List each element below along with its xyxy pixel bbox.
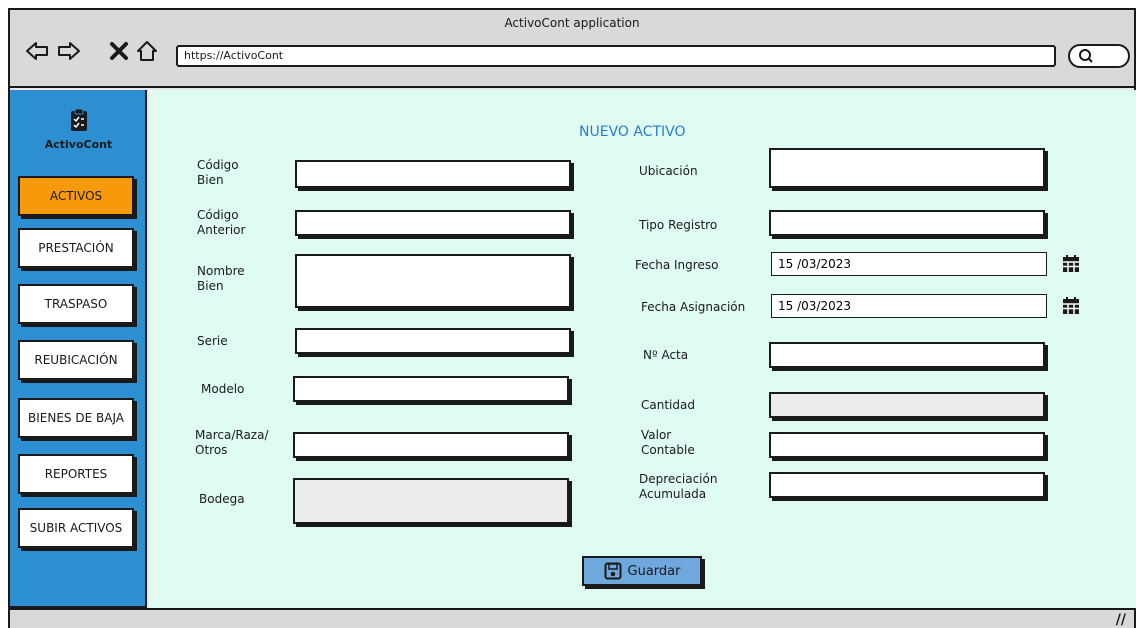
- label-bodega: Bodega: [199, 492, 245, 506]
- nav-bienes-de-baja[interactable]: BIENES DE BAJA: [18, 398, 134, 438]
- bodega-field: [293, 478, 569, 524]
- app-window: ActivoCont application https://ActivoCon…: [8, 8, 1136, 628]
- label-depreciacion: Depreciación Acumulada: [639, 472, 718, 501]
- serie-field[interactable]: [295, 328, 571, 354]
- forward-button[interactable]: [56, 38, 82, 64]
- fecha-asignacion-field[interactable]: [771, 294, 1047, 318]
- label-valor-contable: Valor Contable: [641, 428, 695, 457]
- fecha-asignacion-input[interactable]: [772, 295, 1046, 317]
- modelo-field[interactable]: [293, 376, 569, 402]
- status-bar: //: [10, 608, 1134, 628]
- codigo-bien-field[interactable]: [295, 160, 571, 188]
- calendar-icon[interactable]: [1061, 296, 1081, 316]
- search-icon: [1079, 49, 1093, 63]
- codigo-anterior-field[interactable]: [295, 210, 571, 236]
- address-bar[interactable]: https://ActivoCont: [176, 45, 1056, 67]
- nav-subir-activos[interactable]: SUBIR ACTIVOS: [18, 508, 134, 548]
- nav-prestacion[interactable]: PRESTACIÓN: [18, 228, 134, 268]
- tipo-registro-field[interactable]: [769, 210, 1045, 236]
- fecha-ingreso-field[interactable]: [771, 252, 1047, 276]
- nombre-bien-field[interactable]: [295, 254, 571, 308]
- label-codigo-bien: Código Bien: [197, 158, 239, 187]
- close-icon: [110, 42, 128, 60]
- ubicacion-field[interactable]: [769, 148, 1045, 188]
- brand-name: ActivoCont: [44, 138, 113, 151]
- nav-reubicacion[interactable]: REUBICACIÓN: [18, 340, 134, 380]
- cantidad-field: [769, 392, 1045, 418]
- label-fecha-asignacion: Fecha Asignación: [641, 300, 746, 314]
- label-fecha-ingreso: Fecha Ingreso: [635, 258, 719, 272]
- fecha-ingreso-input[interactable]: [772, 253, 1046, 275]
- home-icon: [137, 41, 157, 61]
- back-arrow-icon: [26, 42, 48, 60]
- page-title: NUEVO ACTIVO: [579, 124, 686, 140]
- home-button[interactable]: [134, 38, 160, 64]
- label-ubicacion: Ubicación: [639, 164, 698, 178]
- back-button[interactable]: [24, 38, 50, 64]
- label-marca: Marca/Raza/ Otros: [195, 428, 269, 457]
- label-codigo-anterior: Código Anterior: [197, 208, 246, 237]
- label-tipo-registro: Tipo Registro: [639, 218, 718, 232]
- save-button[interactable]: Guardar: [582, 556, 702, 586]
- depreciacion-field[interactable]: [769, 472, 1045, 498]
- browser-titlebar: ActivoCont application https://ActivoCon…: [10, 10, 1134, 88]
- save-icon: [604, 562, 622, 580]
- search-button[interactable]: [1068, 44, 1130, 68]
- nav-activos[interactable]: ACTIVOS: [18, 176, 134, 216]
- valor-contable-field[interactable]: [769, 432, 1045, 458]
- forward-arrow-icon: [58, 42, 80, 60]
- resize-grip-icon[interactable]: //: [1116, 612, 1126, 628]
- label-nombre-bien: Nombre Bien: [197, 264, 245, 293]
- label-modelo: Modelo: [201, 382, 245, 396]
- clipboard-icon: [70, 108, 87, 131]
- nav-traspaso[interactable]: TRASPASO: [18, 284, 134, 324]
- sidebar: ActivoCont ACTIVOS PRESTACIÓN TRASPASO R…: [10, 90, 147, 608]
- label-serie: Serie: [197, 334, 228, 348]
- main-content: NUEVO ACTIVO Código Bien Código Anterior…: [149, 90, 1136, 608]
- window-title: ActivoCont application: [504, 16, 640, 30]
- calendar-icon[interactable]: [1061, 254, 1081, 274]
- label-nro-acta: Nº Acta: [643, 348, 689, 362]
- marca-field[interactable]: [293, 432, 569, 458]
- brand: ActivoCont: [10, 108, 147, 151]
- label-cantidad: Cantidad: [641, 398, 695, 412]
- nav-reportes[interactable]: REPORTES: [18, 454, 134, 494]
- nro-acta-field[interactable]: [769, 342, 1045, 368]
- save-button-label: Guardar: [627, 563, 681, 579]
- stop-button[interactable]: [106, 38, 132, 64]
